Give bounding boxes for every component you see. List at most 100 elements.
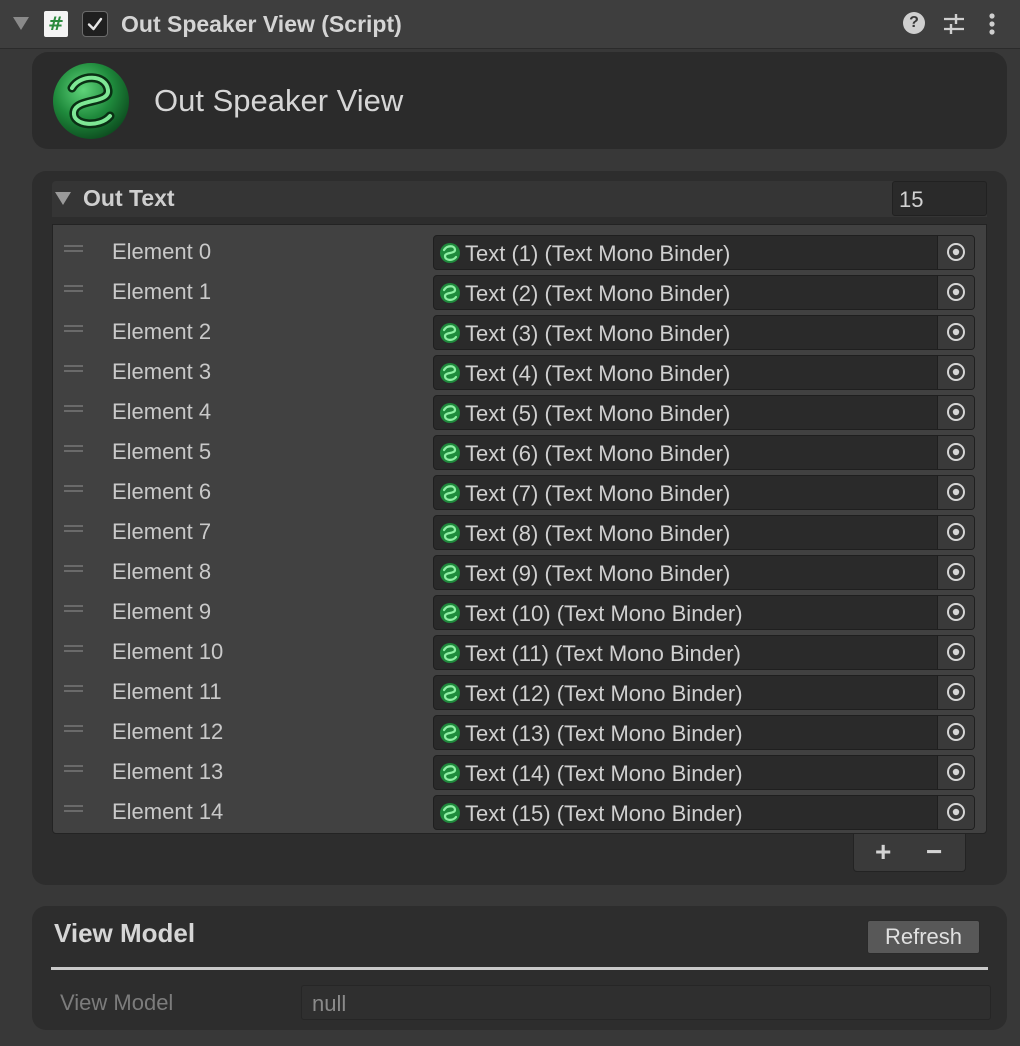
drag-handle-icon[interactable] (64, 565, 83, 572)
object-reference-value: Text (15) (Text Mono Binder) (465, 801, 743, 826)
drag-handle-icon[interactable] (64, 725, 83, 732)
element-label: Element 9 (112, 599, 212, 624)
element-label: Element 14 (112, 799, 224, 824)
list-item[interactable]: Element 10 Text (11) (Text Mono Binder) (53, 629, 986, 670)
object-picker-button[interactable] (937, 356, 974, 389)
object-picker-button[interactable] (937, 236, 974, 269)
object-picker-button[interactable] (937, 276, 974, 309)
csharp-script-icon: # (44, 11, 68, 37)
drag-handle-icon[interactable] (64, 765, 83, 772)
object-reference-field[interactable]: Text (1) (Text Mono Binder) (433, 235, 975, 270)
drag-handle-icon[interactable] (64, 325, 83, 332)
view-model-title: View Model (54, 918, 196, 948)
object-reference-value: Text (7) (Text Mono Binder) (465, 481, 731, 506)
drag-handle-icon[interactable] (64, 605, 83, 612)
list-item[interactable]: Element 5 Text (6) (Text Mono Binder) (53, 429, 986, 470)
object-picker-button[interactable] (937, 756, 974, 789)
help-icon[interactable]: ? (903, 12, 925, 34)
enable-checkbox[interactable] (82, 11, 108, 37)
object-picker-button[interactable] (937, 516, 974, 549)
object-picker-button[interactable] (937, 436, 974, 469)
object-reference-field[interactable]: Text (10) (Text Mono Binder) (433, 595, 975, 630)
drag-handle-icon[interactable] (64, 445, 83, 452)
drag-handle-icon[interactable] (64, 405, 83, 412)
list-foldout-triangle-icon[interactable] (55, 192, 71, 205)
object-reference-field[interactable]: Text (9) (Text Mono Binder) (433, 555, 975, 590)
list-size-field[interactable]: 15 (892, 181, 987, 216)
mono-binder-icon (440, 403, 460, 423)
drag-handle-icon[interactable] (64, 245, 83, 252)
object-picker-button[interactable] (937, 476, 974, 509)
drag-handle-icon[interactable] (64, 365, 83, 372)
object-picker-button[interactable] (937, 396, 974, 429)
object-reference-value: Text (13) (Text Mono Binder) (465, 721, 743, 746)
drag-handle-icon[interactable] (64, 525, 83, 532)
banner-title: Out Speaker View (154, 83, 404, 118)
list-item[interactable]: Element 7 Text (8) (Text Mono Binder) (53, 509, 986, 550)
object-reference-value: Text (1) (Text Mono Binder) (465, 241, 731, 266)
object-picker-button[interactable] (937, 316, 974, 349)
drag-handle-icon[interactable] (64, 685, 83, 692)
view-model-divider (51, 967, 988, 970)
list-item[interactable]: Element 2 Text (3) (Text Mono Binder) (53, 309, 986, 350)
element-label: Element 2 (112, 319, 212, 344)
list-item[interactable]: Element 12 Text (13) (Text Mono Binder) (53, 709, 986, 750)
object-reference-field[interactable]: Text (7) (Text Mono Binder) (433, 475, 975, 510)
view-model-field-label: View Model (60, 990, 174, 1015)
list-item[interactable]: Element 13 Text (14) (Text Mono Binder) (53, 749, 986, 790)
object-reference-field[interactable]: Text (12) (Text Mono Binder) (433, 675, 975, 710)
drag-handle-icon[interactable] (64, 485, 83, 492)
object-reference-field[interactable]: Text (4) (Text Mono Binder) (433, 355, 975, 390)
list-item[interactable]: Element 3 Text (4) (Text Mono Binder) (53, 349, 986, 390)
object-reference-field[interactable]: Text (6) (Text Mono Binder) (433, 435, 975, 470)
list-item[interactable]: Element 1 Text (2) (Text Mono Binder) (53, 269, 986, 310)
green-serpent-logo-icon (50, 60, 132, 147)
object-reference-field[interactable]: Text (13) (Text Mono Binder) (433, 715, 975, 750)
object-picker-icon (947, 403, 965, 421)
element-label: Element 13 (112, 759, 224, 784)
view-model-field[interactable]: null (301, 985, 991, 1020)
list-item[interactable]: Element 14 Text (15) (Text Mono Binder) (53, 789, 986, 830)
add-element-button[interactable]: + (875, 836, 891, 868)
object-picker-button[interactable] (937, 676, 974, 709)
drag-handle-icon[interactable] (64, 285, 83, 292)
drag-handle-icon[interactable] (64, 805, 83, 812)
object-reference-field[interactable]: Text (15) (Text Mono Binder) (433, 795, 975, 830)
object-reference-field[interactable]: Text (2) (Text Mono Binder) (433, 275, 975, 310)
mono-binder-icon (440, 523, 460, 543)
mono-binder-icon (440, 803, 460, 823)
mono-binder-icon (440, 363, 460, 383)
list-item[interactable]: Element 8 Text (9) (Text Mono Binder) (53, 549, 986, 590)
object-picker-button[interactable] (937, 636, 974, 669)
remove-element-button[interactable]: − (926, 836, 942, 868)
component-header[interactable]: # Out Speaker View (Script) ? (0, 0, 1020, 49)
mono-binder-icon (440, 283, 460, 303)
object-picker-button[interactable] (937, 796, 974, 829)
element-label: Element 5 (112, 439, 212, 464)
list-item[interactable]: Element 4 Text (5) (Text Mono Binder) (53, 389, 986, 430)
object-picker-icon (947, 483, 965, 501)
drag-handle-icon[interactable] (64, 645, 83, 652)
presets-sliders-icon[interactable] (942, 12, 966, 41)
object-picker-button[interactable] (937, 556, 974, 589)
object-reference-field[interactable]: Text (5) (Text Mono Binder) (433, 395, 975, 430)
object-reference-field[interactable]: Text (14) (Text Mono Binder) (433, 755, 975, 790)
element-label: Element 8 (112, 559, 212, 584)
object-picker-button[interactable] (937, 596, 974, 629)
refresh-button[interactable]: Refresh (867, 920, 980, 954)
object-reference-value: Text (9) (Text Mono Binder) (465, 561, 731, 586)
object-reference-field[interactable]: Text (3) (Text Mono Binder) (433, 315, 975, 350)
foldout-triangle-icon[interactable] (13, 17, 29, 30)
object-reference-value: Text (10) (Text Mono Binder) (465, 601, 743, 626)
object-picker-icon (947, 323, 965, 341)
object-picker-button[interactable] (937, 716, 974, 749)
list-item[interactable]: Element 11 Text (12) (Text Mono Binder) (53, 669, 986, 710)
kebab-menu-icon[interactable] (988, 12, 996, 41)
list-item[interactable]: Element 6 Text (7) (Text Mono Binder) (53, 469, 986, 510)
out-text-list-header[interactable] (52, 181, 987, 217)
list-item[interactable]: Element 9 Text (10) (Text Mono Binder) (53, 589, 986, 630)
list-item[interactable]: Element 0 Text (1) (Text Mono Binder) (53, 229, 986, 270)
object-reference-value: Text (6) (Text Mono Binder) (465, 441, 731, 466)
object-reference-field[interactable]: Text (8) (Text Mono Binder) (433, 515, 975, 550)
object-reference-field[interactable]: Text (11) (Text Mono Binder) (433, 635, 975, 670)
